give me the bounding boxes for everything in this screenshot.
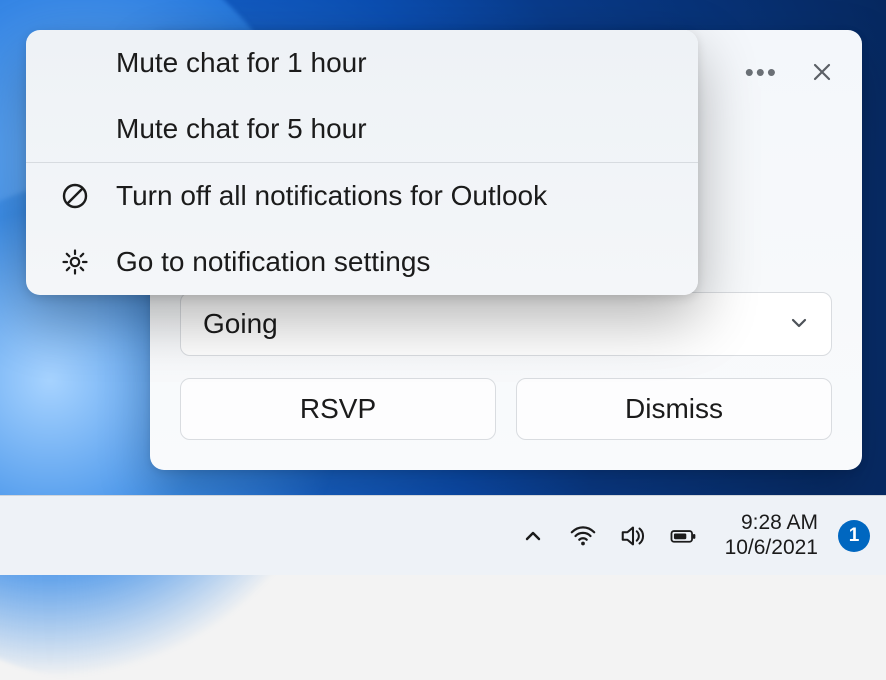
close-icon [812,62,832,82]
notification-center-button[interactable]: 1 [838,520,870,552]
wifi-icon [569,521,597,551]
dismiss-button-label: Dismiss [625,393,723,425]
battery-button[interactable] [669,522,697,550]
rsvp-button[interactable]: RSVP [180,378,496,440]
clock-date: 10/6/2021 [725,536,818,560]
response-select-value: Going [203,308,278,340]
gear-icon [60,247,90,277]
notification-options-flyout: Mute chat for 1 hour Mute chat for 5 hou… [26,30,698,295]
volume-button[interactable] [619,522,647,550]
speaker-icon [619,521,647,551]
chevron-down-icon [789,308,809,340]
clock-button[interactable]: 9:28 AM 10/6/2021 [725,511,818,559]
block-icon [60,181,90,211]
mute-1-hour-label: Mute chat for 1 hour [116,47,367,79]
battery-icon [669,521,697,551]
mute-5-hour-item[interactable]: Mute chat for 5 hour [26,96,698,162]
system-tray [519,522,697,550]
clock-time: 9:28 AM [725,511,818,535]
turn-off-notifications-item[interactable]: Turn off all notifications for Outlook [26,163,698,229]
mute-1-hour-item[interactable]: Mute chat for 1 hour [26,30,698,96]
notification-count: 1 [849,525,860,547]
notification-settings-item[interactable]: Go to notification settings [26,229,698,295]
chevron-up-icon [523,526,543,546]
rsvp-button-label: RSVP [300,393,376,425]
turn-off-label: Turn off all notifications for Outlook [116,180,547,212]
settings-label: Go to notification settings [116,246,430,278]
more-options-button[interactable]: ••• [745,59,778,85]
close-button[interactable] [812,62,832,82]
wifi-button[interactable] [569,522,597,550]
dismiss-button[interactable]: Dismiss [516,378,832,440]
taskbar: 9:28 AM 10/6/2021 1 [0,495,886,575]
response-select[interactable]: Going [180,292,832,356]
mute-5-hour-label: Mute chat for 5 hour [116,113,367,145]
tray-overflow-button[interactable] [519,522,547,550]
